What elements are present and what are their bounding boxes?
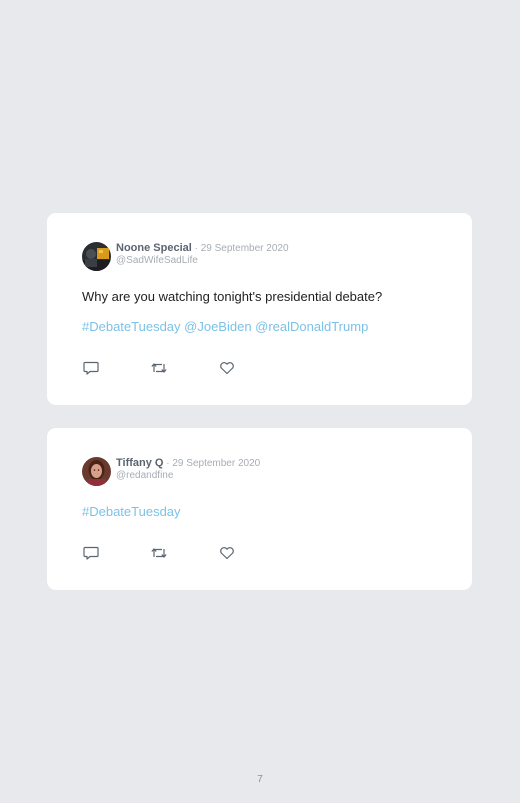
tweet-actions bbox=[82, 545, 286, 561]
tweet-card[interactable]: Noone Special · 29 September 2020 @SadWi… bbox=[47, 213, 472, 405]
author-name[interactable]: Noone Special bbox=[116, 242, 192, 254]
author-handle[interactable]: @redandfine bbox=[116, 471, 260, 481]
avatar[interactable] bbox=[82, 457, 111, 486]
separator: · bbox=[191, 243, 201, 254]
retweet-icon[interactable] bbox=[150, 360, 168, 376]
tweet-card[interactable]: Tiffany Q · 29 September 2020 @redandfin… bbox=[47, 428, 472, 590]
author-name[interactable]: Tiffany Q bbox=[116, 457, 163, 469]
author-handle[interactable]: @SadWifeSadLife bbox=[116, 256, 289, 266]
tweet-header: Noone Special · 29 September 2020 @SadWi… bbox=[82, 241, 289, 271]
tweet-meta: Tiffany Q · 29 September 2020 @redandfin… bbox=[116, 456, 260, 481]
tweet-date[interactable]: 29 September 2020 bbox=[172, 458, 260, 469]
comment-icon[interactable] bbox=[82, 545, 100, 561]
tweet-text: Why are you watching tonight's president… bbox=[82, 289, 383, 304]
heart-icon[interactable] bbox=[218, 360, 236, 376]
tweet-header: Tiffany Q · 29 September 2020 @redandfin… bbox=[82, 456, 260, 486]
heart-icon[interactable] bbox=[218, 545, 236, 561]
retweet-icon[interactable] bbox=[150, 545, 168, 561]
tweet-actions bbox=[82, 360, 286, 376]
tweet-hashtags[interactable]: #DebateTuesday @JoeBiden @realDonaldTrum… bbox=[82, 319, 368, 334]
avatar[interactable] bbox=[82, 242, 111, 271]
tweet-hashtags[interactable]: #DebateTuesday bbox=[82, 504, 181, 519]
comment-icon[interactable] bbox=[82, 360, 100, 376]
tweet-date[interactable]: 29 September 2020 bbox=[201, 243, 289, 254]
tweet-meta: Noone Special · 29 September 2020 @SadWi… bbox=[116, 241, 289, 266]
page-number: 7 bbox=[257, 774, 263, 785]
